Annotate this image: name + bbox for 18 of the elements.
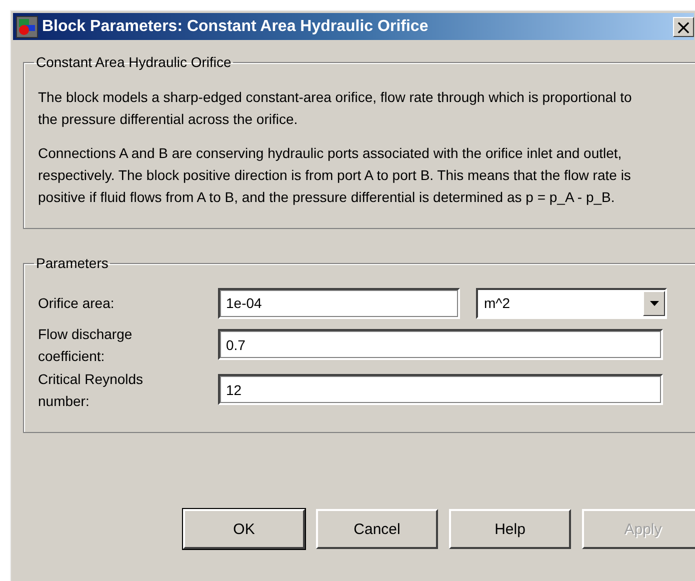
parameter-label: Flow discharge coefficient: xyxy=(38,324,134,366)
group-title: Constant Area Hydraulic Orifice xyxy=(35,54,232,70)
parameter-label: Orifice area: xyxy=(38,294,116,313)
block-diagram-icon xyxy=(16,16,38,38)
description-text: Connections A and B are conserving hydraulic ports associated with the orifice inlet and outlet, respectively. The block positive direction is from port A to port B. This means that the flow rate is positive if fluid flows from A to B, and the pressure differential is determined as p = p_A - p_B. xyxy=(38,144,632,207)
group-title: Parameters xyxy=(35,255,110,271)
dropdown-arrow-icon xyxy=(650,300,658,306)
input-field[interactable]: 12 xyxy=(218,374,663,405)
parameter-label: Critical Reynolds number: xyxy=(38,370,144,410)
input-field[interactable]: 1e-04 xyxy=(218,288,460,318)
unit-dropdown[interactable]: m^2 xyxy=(476,288,667,318)
description-text: The block models a sharp-edged constant-area orifice, flow rate through which is proportional to the pressure differential across the orifice. xyxy=(38,88,633,129)
window-title: Block Parameters: Constant Area Hydraulic Orifice xyxy=(42,18,430,36)
input-field[interactable]: 0.7 xyxy=(218,329,663,360)
dialog-button[interactable]: Help xyxy=(449,509,571,549)
dialog-button[interactable]: Cancel xyxy=(316,509,438,549)
close-button[interactable]: × xyxy=(673,16,694,36)
dialog-button[interactable]: OK xyxy=(183,509,305,549)
